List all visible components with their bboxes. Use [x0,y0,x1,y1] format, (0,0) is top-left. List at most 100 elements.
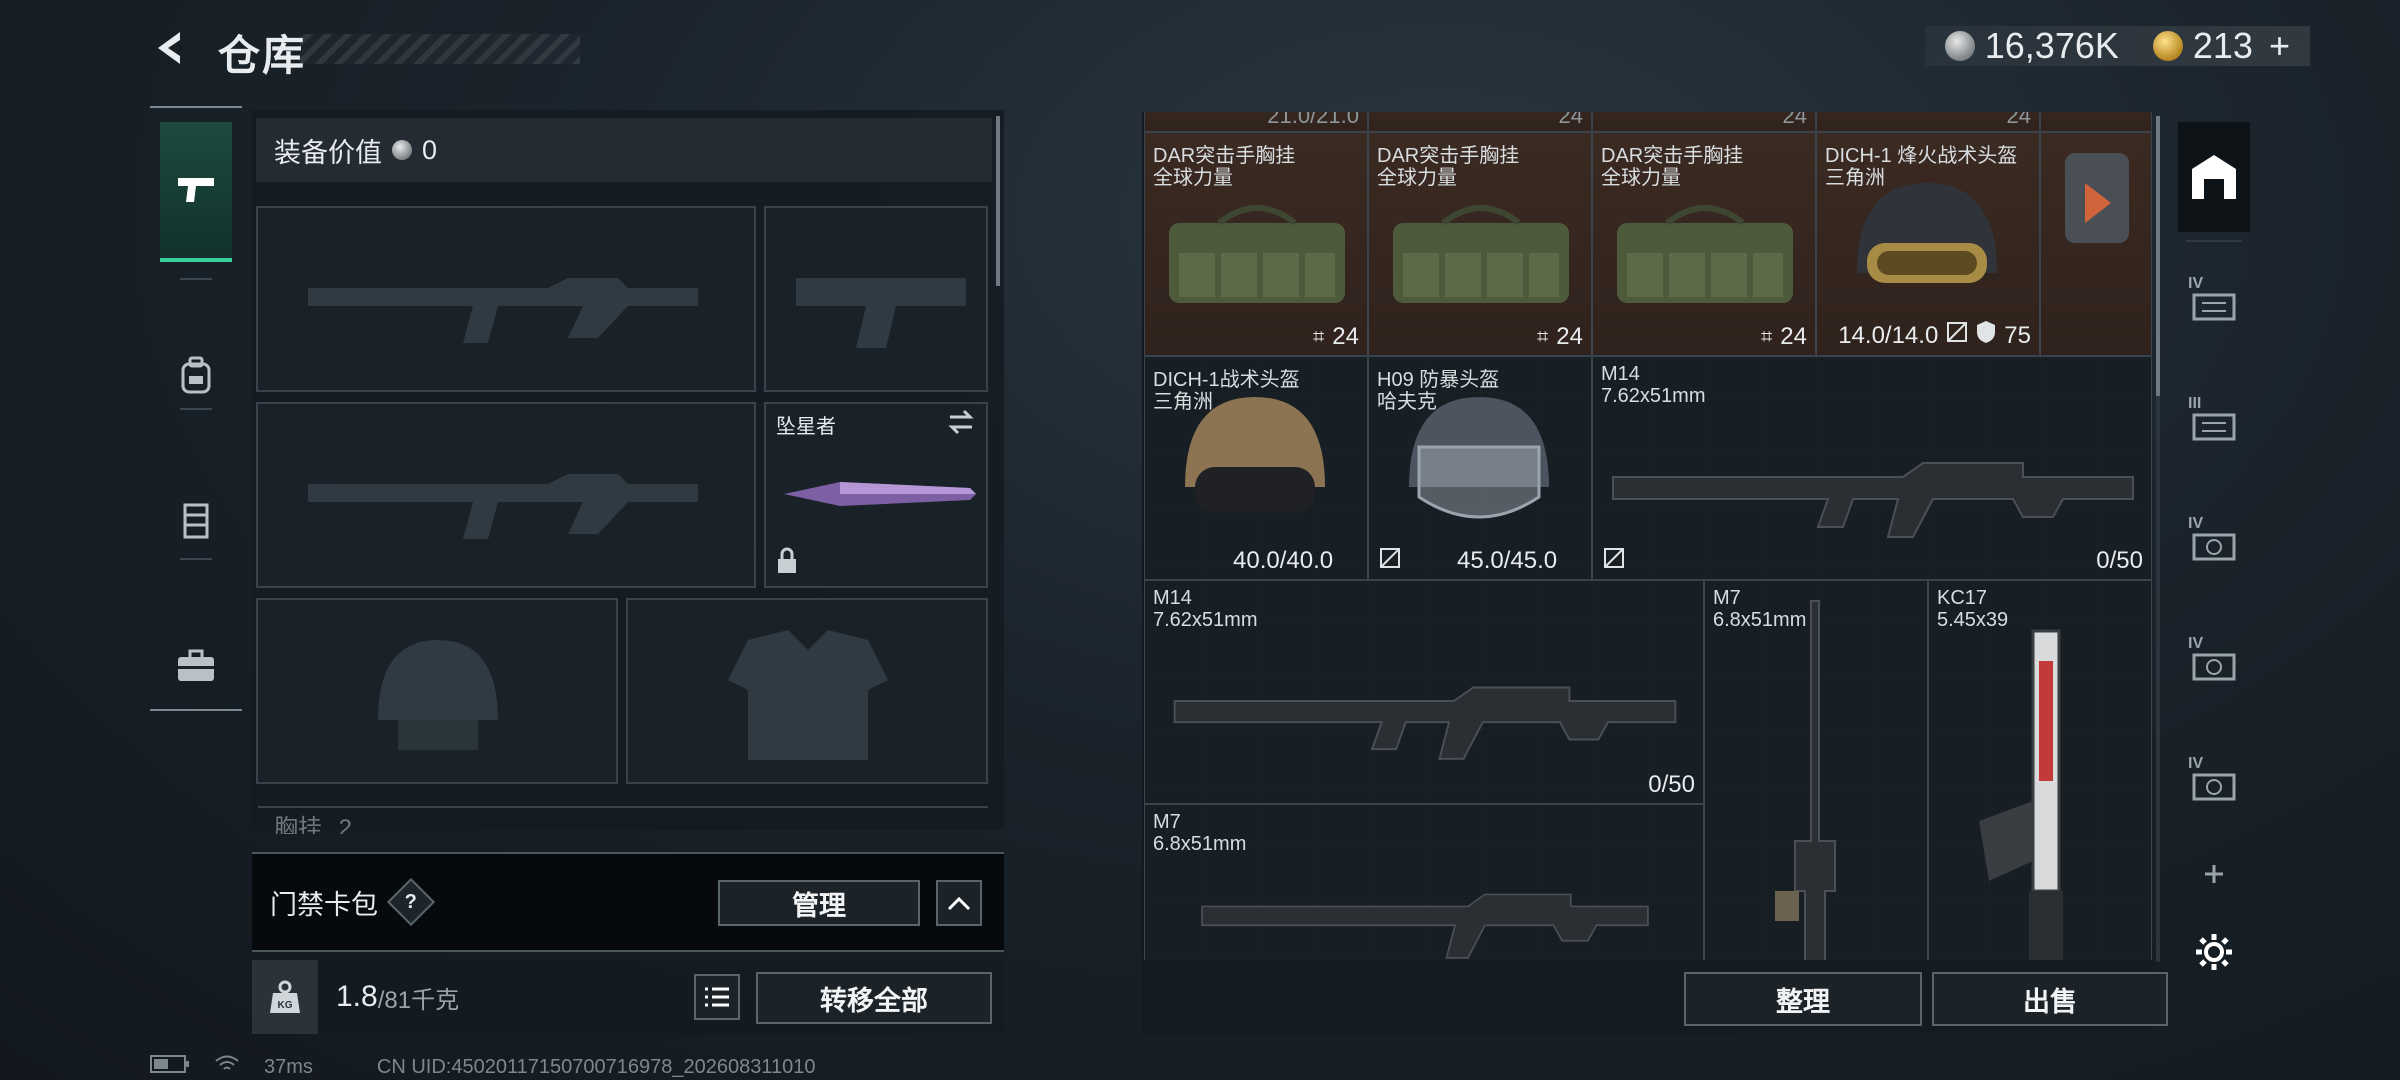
stash-tab-5[interactable]: IV [2178,724,2250,834]
rifle-icon [1173,686,1677,760]
stash-item-partial[interactable] [2040,112,2152,132]
stash-item-partial[interactable]: 24 [1816,112,2040,132]
riot-helmet-icon [1409,397,1549,519]
armor-slot[interactable] [626,598,988,784]
stash-item-rifle-vertical[interactable]: KC17 5.45x39 [1928,580,2152,960]
svg-text:KG: KG [278,1000,293,1011]
helmet-slot[interactable] [256,598,618,784]
stash-settings-button[interactable] [2178,922,2250,982]
loadout-scrollbar[interactable] [996,116,1000,286]
storage-tier-icon: IV [2188,755,2240,803]
item-name: M7 [1713,587,1741,609]
pistol-silhouette-icon [796,278,966,348]
equipment-value-bar: 装备价值 0 [256,118,992,182]
currency-bar: 16,376K 213 + [1924,25,2310,67]
partial-durability: 21.0/21.0 [1267,112,1359,128]
partial-slots: 24 [1782,112,1807,128]
item-stats: 40.0/40.0 [1233,547,1333,575]
category-sidebar [150,106,242,711]
silver-amount: 16,376K [1984,25,2119,66]
stash-item-helmet[interactable]: DICH-1战术头盔 三角洲 40.0/40.0 [1144,356,1368,580]
stash-tab-4[interactable]: IV [2178,604,2250,714]
rifle-vertical-icon [1979,629,2063,960]
stash-tabs: IV III IV IV IV [2178,114,2250,1034]
item-caliber: 6.8x51mm [1153,833,1247,855]
stash-item-partial[interactable]: 24 [1592,112,1816,132]
melee-slot[interactable]: 坠星者 [764,402,988,588]
lock-icon [776,547,798,580]
item-capacity: ⌗ 24 [1313,323,1359,351]
item-name: M7 [1153,811,1181,833]
header: 仓库 [150,22,306,83]
storage-tier-icon: IV [2188,515,2240,563]
stash-tab-main[interactable] [2178,122,2250,232]
storage-tier-icon: III [2188,395,2240,443]
stash-item-chest-rig[interactable]: DAR突击手胸挂 全球力量 ⌗ 24 [1592,132,1816,356]
wifi-icon [214,1054,240,1080]
category-case[interactable] [160,598,232,738]
stash-item-misc[interactable] [2040,132,2152,356]
page-title: 仓库 [218,32,307,79]
plus-icon [2205,865,2223,883]
add-stash-tab-button[interactable] [2178,844,2250,904]
secondary-weapon-slot[interactable] [256,402,756,588]
primary-weapon-slot[interactable] [256,206,756,392]
transfer-all-button[interactable]: 转移全部 [756,972,992,1024]
item-capacity: ⌗ 24 [1537,323,1583,351]
stash-item-rifle[interactable]: M7 6.8x51mm [1144,804,1704,960]
manage-button[interactable]: 管理 [718,880,920,926]
stash-item-partial[interactable]: 24 [1368,112,1592,132]
partial-slots: 24 [1558,112,1583,128]
equipment-value-label: 装备价值 [274,137,382,168]
warehouse-icon [2192,155,2236,199]
no-repair-icon [1379,547,1401,575]
keycard-label: 门禁卡包 [270,889,378,920]
stash-item-rifle[interactable]: M14 7.62x51mm 0/50 [1144,580,1704,804]
stash-item-helmet[interactable]: DICH-1 烽火战术头盔 三角洲 14.0/14.0 75 [1816,132,2040,356]
stash-item-partial[interactable]: 21.0/21.0 [1144,112,1368,132]
armor-silhouette-icon [728,630,888,760]
storage-tier-icon: IV [2188,275,2240,323]
keycard-help-icon[interactable]: ? [386,877,436,927]
item-capacity-value: 24 [1332,323,1359,350]
rifle-vertical-icon [1775,600,1836,960]
supply-icon [2065,153,2129,243]
swap-icon[interactable] [946,408,976,441]
category-backpack[interactable] [160,308,232,448]
status-bar: 37ms CN UID:4502011715070071697​8_202608… [150,1054,815,1080]
chevron-up-icon [947,896,971,911]
sell-button[interactable]: 出售 [1932,972,2168,1026]
stash-item-rifle[interactable]: M14 7.62x51mm 0/50 [1592,356,2152,580]
grid-icon: ⌗ [1761,325,1773,348]
category-weapons[interactable] [160,122,232,262]
stash-item-chest-rig[interactable]: DAR突击手胸挂 全球力量 ⌗ 24 [1368,132,1592,356]
category-vest[interactable] [160,453,232,593]
chest-rig-icon [1169,205,1345,303]
gold-amount: 213 [2192,25,2253,66]
stash-tab-1[interactable]: IV [2178,244,2250,354]
stash-item-chest-rig[interactable]: DAR突击手胸挂 全球力量 ⌗ 24 [1144,132,1368,356]
back-arrow-icon[interactable] [150,28,190,78]
no-repair-icon [1603,547,1625,575]
sort-button[interactable]: 整理 [1684,972,1922,1026]
stash-tab-3[interactable]: IV [2178,484,2250,594]
shield-icon [1976,320,1996,351]
stash-item-rifle-vertical[interactable]: M7 6.8x51mm [1704,580,1928,960]
partial-slots: 24 [2006,112,2031,128]
item-durability: 40.0/40.0 [1233,547,1334,574]
chest-rig-count: 2 [338,815,353,834]
vest-icon [179,501,213,546]
rifle-silhouette-icon [308,474,698,539]
stash-scrollbar-thumb[interactable] [2156,116,2160,396]
chest-rig-icon [1393,205,1569,303]
stash-tab-2[interactable]: III [2178,364,2250,474]
expand-keycard-button[interactable] [936,880,982,926]
silver-coin-icon [1944,31,1975,61]
stash-item-helmet[interactable]: H09 防暴头盔 哈夫克 45.0/45.0 [1368,356,1592,580]
gold-plus-button[interactable]: + [2269,25,2290,67]
no-repair-icon [1946,321,1968,350]
list-view-button[interactable] [694,974,740,1020]
backpack-icon [179,356,213,401]
rifle-icon [1201,893,1649,959]
pistol-slot[interactable] [764,206,988,392]
